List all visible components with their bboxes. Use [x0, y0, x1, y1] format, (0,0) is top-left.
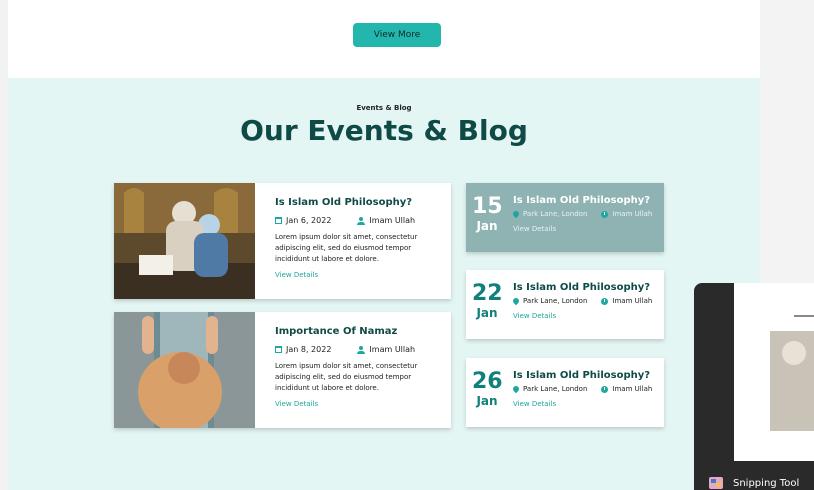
event-location: Park Lane, London: [523, 297, 588, 305]
clock-icon: [601, 385, 609, 393]
featured-event-card[interactable]: Is Islam Old Philosophy? Jan 6, 2022 Ima…: [114, 183, 451, 299]
event-title[interactable]: Is Islam Old Philosophy?: [513, 195, 658, 206]
view-details-link[interactable]: View Details: [513, 400, 658, 408]
event-meta: Park Lane, London Imam Ullah: [511, 296, 658, 306]
view-details-link[interactable]: View Details: [513, 312, 658, 320]
event-author: Imam Ullah: [612, 385, 653, 393]
clock-icon: [601, 210, 609, 218]
event-author: Imam Ullah: [612, 210, 653, 218]
event-date: Jan 8, 2022: [286, 345, 332, 354]
event-list-card[interactable]: 26 Jan Is Islam Old Philosophy? Park Lan…: [466, 358, 664, 427]
featured-event-card[interactable]: Importance Of Namaz Jan 8, 2022 Imam Ull…: [114, 312, 451, 428]
event-list-card[interactable]: 22 Jan Is Islam Old Philosophy? Park Lan…: [466, 270, 664, 339]
event-title[interactable]: Importance Of Namaz: [275, 326, 443, 337]
calendar-icon: [275, 217, 282, 224]
events-section: Events & Blog Our Events & Blog Is Islam…: [8, 78, 760, 490]
event-location: Park Lane, London: [523, 385, 588, 393]
kids-reading-image: [114, 183, 255, 299]
location-pin-icon: [511, 209, 521, 219]
event-date-badge: 26 Jan: [472, 369, 503, 409]
location-pin-icon: [511, 384, 521, 394]
event-month: Jan: [476, 394, 498, 408]
event-author: Imam Ullah: [612, 297, 653, 305]
event-photo: [114, 183, 255, 299]
top-section: View More: [8, 0, 760, 78]
section-eyebrow: Events & Blog: [356, 104, 412, 112]
event-meta: Park Lane, London Imam Ullah: [511, 384, 658, 394]
location-pin-icon: [511, 296, 521, 306]
snipping-tool-icon: [709, 477, 723, 489]
preview-thumbnail: [734, 283, 814, 461]
event-meta: Jan 8, 2022 Imam Ullah: [275, 345, 443, 354]
event-author: Imam Ullah: [369, 345, 416, 354]
event-title[interactable]: Is Islam Old Philosophy?: [513, 370, 658, 381]
prayer-image: [114, 312, 255, 428]
event-title[interactable]: Is Islam Old Philosophy?: [513, 282, 658, 293]
event-meta: Park Lane, London Imam Ullah: [511, 209, 658, 219]
event-day: 22: [472, 281, 503, 306]
event-date: Jan 6, 2022: [286, 216, 332, 225]
event-list-card[interactable]: 15 Jan Is Islam Old Philosophy? Park Lan…: [466, 183, 664, 252]
event-description: Lorem ipsum dolor sit amet, consectetur …: [275, 362, 418, 392]
user-icon: [357, 345, 366, 354]
event-meta: Jan 6, 2022 Imam Ullah: [275, 216, 443, 225]
event-title[interactable]: Is Islam Old Philosophy?: [275, 197, 443, 208]
event-photo: [114, 312, 255, 428]
view-details-link[interactable]: View Details: [513, 225, 658, 233]
event-description: Lorem ipsum dolor sit amet, consectetur …: [275, 233, 418, 263]
view-details-link[interactable]: View Details: [275, 271, 443, 279]
event-day: 15: [472, 194, 503, 219]
event-date-badge: 15 Jan: [472, 194, 503, 234]
event-day: 26: [472, 369, 503, 394]
event-month: Jan: [476, 306, 498, 320]
event-author: Imam Ullah: [369, 216, 416, 225]
section-title: Our Events & Blog: [240, 114, 528, 147]
event-month: Jan: [476, 219, 498, 233]
clock-icon: [601, 297, 609, 305]
view-more-button[interactable]: View More: [353, 23, 441, 47]
snipping-tool-label: Snipping Tool: [733, 478, 800, 489]
user-icon: [357, 216, 366, 225]
view-details-link[interactable]: View Details: [275, 400, 443, 408]
event-date-badge: 22 Jan: [472, 281, 503, 321]
calendar-icon: [275, 346, 282, 353]
snipping-tool-preview[interactable]: [734, 283, 814, 461]
event-location: Park Lane, London: [523, 210, 588, 218]
